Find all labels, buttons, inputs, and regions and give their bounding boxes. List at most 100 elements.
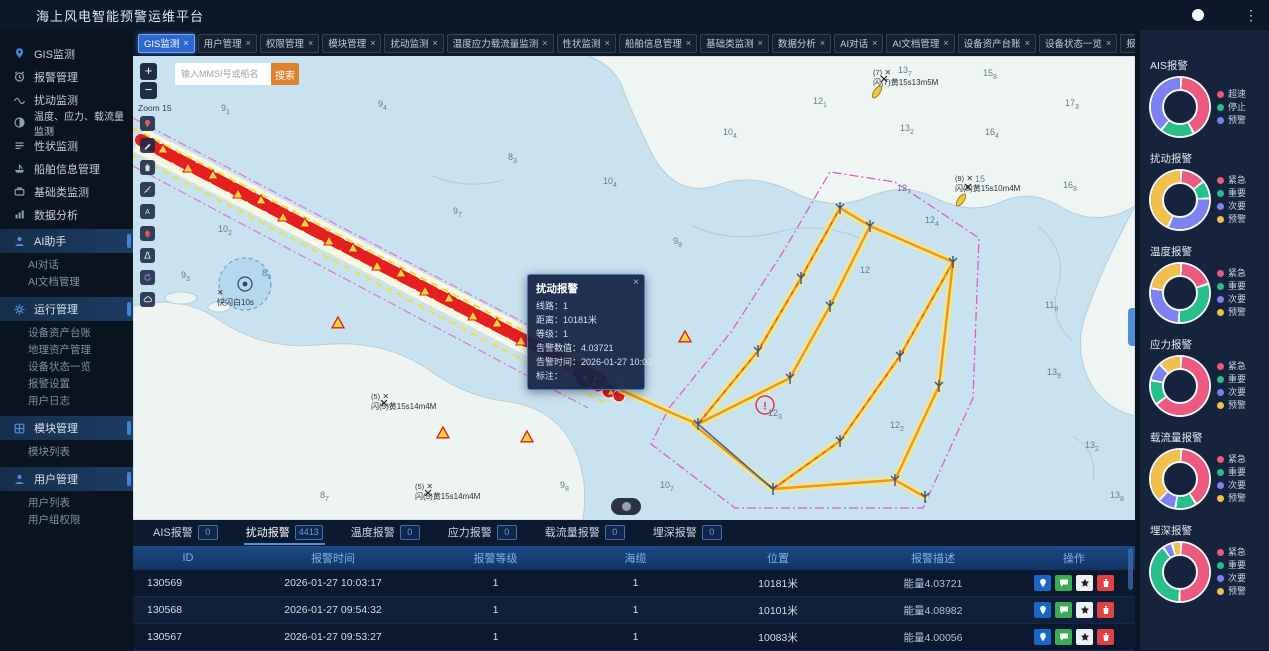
search-button[interactable]: 搜索 [271, 63, 299, 85]
legend-dot [1217, 469, 1224, 476]
tab[interactable]: 模块管理 [322, 34, 381, 53]
close-icon[interactable] [308, 38, 313, 48]
locate-button[interactable] [1034, 629, 1051, 645]
sidebar-subitem[interactable]: 模块列表 [0, 443, 133, 460]
locate-button[interactable] [1034, 575, 1051, 591]
close-icon[interactable] [686, 38, 691, 48]
refresh-tool[interactable] [140, 270, 155, 285]
tab[interactable]: 性状监测 [557, 34, 616, 53]
sidebar-subitem[interactable]: 报警设置 [0, 375, 133, 392]
alarm-tab[interactable]: 扰动报警 4413 [244, 521, 325, 543]
close-icon[interactable] [633, 277, 639, 288]
trash-icon [1101, 632, 1111, 642]
alarm-tab[interactable]: 应力报警 0 [446, 521, 519, 543]
close-icon[interactable] [370, 38, 375, 48]
sidebar-group-module[interactable]: 模块管理 [0, 416, 133, 440]
close-icon[interactable] [758, 38, 763, 48]
close-icon[interactable] [1106, 38, 1111, 48]
tab[interactable]: AI对话 [834, 34, 883, 53]
delete-button[interactable] [1097, 575, 1114, 591]
briefcase-icon [13, 185, 26, 198]
delete-button[interactable] [1097, 602, 1114, 618]
drop-pin-tool[interactable] [140, 116, 155, 131]
sidebar-item-gis[interactable]: GIS监测 [0, 42, 133, 65]
close-icon[interactable] [542, 38, 547, 48]
sidebar-group-ai[interactable]: AI助手 [0, 229, 133, 253]
favorite-button[interactable] [1076, 602, 1093, 618]
table-row[interactable]: 130569 2026-01-27 10:03:17 1 1 10181米 能量… [133, 570, 1135, 597]
tab[interactable]: 扰动监测 [384, 34, 443, 53]
chart-title: 埋深报警 [1140, 523, 1269, 538]
sidebar-subitem[interactable]: 用户日志 [0, 392, 133, 409]
close-icon[interactable] [433, 38, 438, 48]
tab[interactable]: 基础类监测 [700, 34, 769, 53]
tab[interactable]: AI文档管理 [886, 34, 954, 53]
sidebar-item-base-monitor[interactable]: 基础类监测 [0, 180, 133, 203]
erase-tool[interactable] [140, 160, 155, 175]
gis-map[interactable]: ! 91 94 83 102 93 89 97 104 [133, 56, 1135, 520]
draw-tool[interactable] [140, 138, 155, 153]
comment-button[interactable] [1055, 602, 1072, 618]
chart-block-burial: 埋深报警 紧急重要次要预警 [1140, 523, 1269, 616]
sidebar-subitem[interactable]: 设备资产台账 [0, 324, 133, 341]
sidebar-item-ship-info[interactable]: 船舶信息管理 [0, 157, 133, 180]
zoom-out-button[interactable]: − [140, 82, 157, 99]
alarm-tab[interactable]: 载流量报警 0 [543, 521, 627, 543]
sidebar-subitem[interactable]: 地理资产管理 [0, 341, 133, 358]
comment-button[interactable] [1055, 575, 1072, 591]
table-row[interactable]: 130567 2026-01-27 09:53:27 1 1 10083米 能量… [133, 624, 1135, 651]
measure-tool[interactable] [140, 182, 155, 197]
close-icon[interactable] [605, 38, 610, 48]
tab[interactable]: GIS监测 [138, 34, 195, 53]
user-avatar-dot[interactable] [1192, 9, 1204, 21]
tab[interactable]: 船舶信息管理 [619, 34, 697, 53]
alarm-tab[interactable]: 温度报警 0 [349, 521, 422, 543]
sidebar-group-user[interactable]: 用户管理 [0, 467, 133, 491]
tab[interactable]: 数据分析 [772, 34, 831, 53]
sidebar-item-temp-stress[interactable]: 温度、应力、载流量监测 [0, 111, 133, 134]
sidebar-subitem[interactable]: 用户列表 [0, 494, 133, 511]
alarm-tab[interactable]: AIS报警 0 [151, 521, 220, 543]
sidebar-subitem[interactable]: 设备状态一览 [0, 358, 133, 375]
chart-legend: 超速停止预警 [1217, 89, 1246, 126]
sidebar-item-data-analysis[interactable]: 数据分析 [0, 203, 133, 226]
close-icon[interactable] [820, 38, 825, 48]
locate-button[interactable] [1034, 602, 1051, 618]
basemap-tool[interactable] [140, 292, 155, 307]
more-menu-icon[interactable]: ⋮ [1244, 7, 1259, 24]
favorite-button[interactable] [1076, 575, 1093, 591]
close-icon[interactable] [1025, 38, 1030, 48]
favorite-button[interactable] [1076, 629, 1093, 645]
tab[interactable]: 报警设置 [1120, 34, 1135, 53]
trash-icon [1101, 578, 1111, 588]
close-icon[interactable] [246, 38, 251, 48]
alarm-layer-tool[interactable] [140, 226, 155, 241]
close-icon[interactable] [943, 38, 948, 48]
panel-collapse-handle[interactable] [1128, 308, 1135, 346]
tab[interactable]: 用户管理 [198, 34, 257, 53]
tab[interactable]: 温度应力载流量监测 [447, 34, 554, 53]
module-icon [13, 422, 26, 435]
zoom-in-button[interactable]: + [140, 63, 157, 80]
comment-button[interactable] [1055, 629, 1072, 645]
table-scrollbar[interactable] [1128, 548, 1133, 590]
table-row[interactable]: 130568 2026-01-27 09:54:32 1 1 10101米 能量… [133, 597, 1135, 624]
sidebar-group-operation[interactable]: 运行管理 [0, 297, 133, 321]
search-input[interactable] [175, 63, 271, 85]
marker-tool[interactable] [140, 248, 155, 263]
label-tool[interactable]: A [140, 204, 155, 219]
sidebar-subitem[interactable]: AI文档管理 [0, 273, 133, 290]
tab[interactable]: 设备资产台账 [958, 34, 1036, 53]
sidebar-item-alarm-mgmt[interactable]: 报警管理 [0, 65, 133, 88]
close-icon[interactable] [872, 38, 877, 48]
chat-icon [1059, 605, 1069, 615]
map-cluster-marker[interactable] [611, 498, 641, 515]
legend-dot [1217, 389, 1224, 396]
sidebar-subitem[interactable]: 用户组权限 [0, 511, 133, 528]
tab[interactable]: 设备状态一览 [1039, 34, 1117, 53]
alarm-tab[interactable]: 埋深报警 0 [651, 521, 724, 543]
delete-button[interactable] [1097, 629, 1114, 645]
sidebar-subitem[interactable]: AI对话 [0, 256, 133, 273]
tab[interactable]: 权限管理 [260, 34, 319, 53]
close-icon[interactable] [183, 38, 188, 48]
